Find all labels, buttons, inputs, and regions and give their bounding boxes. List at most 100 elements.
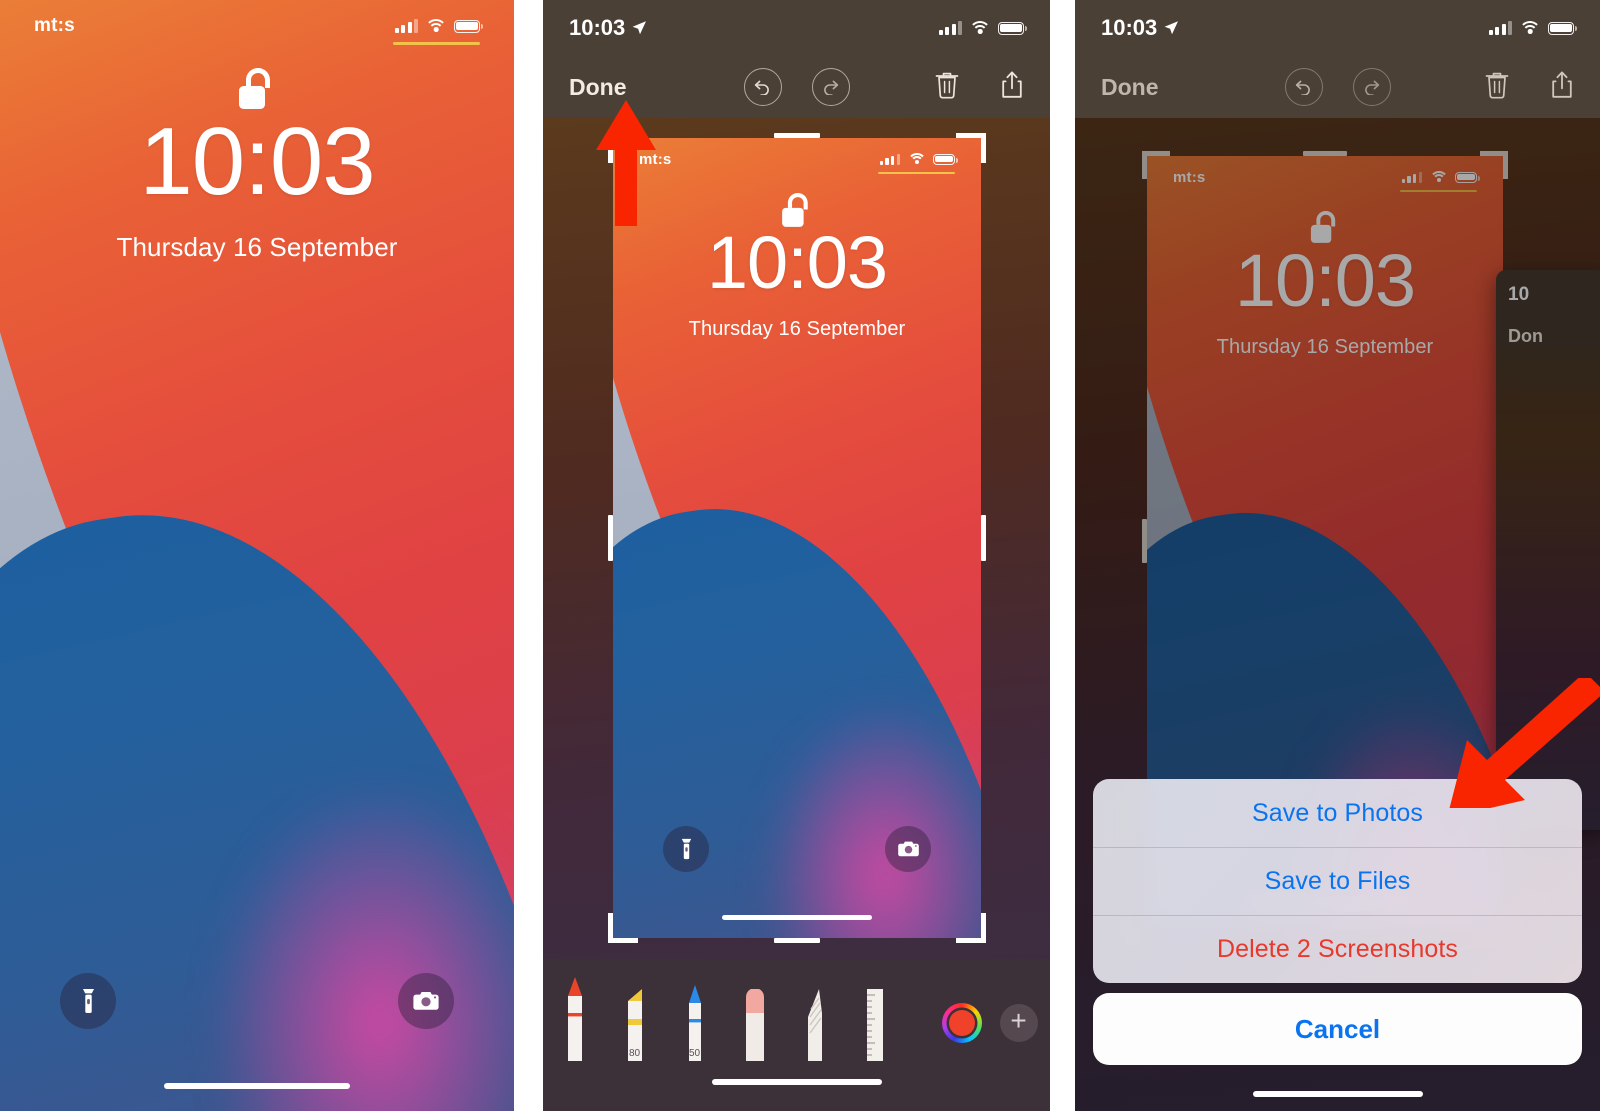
unlocked-padlock-icon xyxy=(0,62,514,114)
markup-editor: 10:03 Done mt:s 10:03 Thursday 16 Septem… xyxy=(1075,0,1600,1111)
markup-tools: 80 50 + xyxy=(556,959,1038,1063)
crop-handle-bottom-left[interactable] xyxy=(608,913,638,943)
carrier-label: mt:s xyxy=(639,150,672,168)
delete-button[interactable] xyxy=(1484,70,1510,105)
editor-toolbar: Done xyxy=(1075,56,1600,118)
highlighter-size-label: 80 xyxy=(628,1048,641,1059)
pen-tool[interactable] xyxy=(556,973,594,1063)
camera-icon xyxy=(413,992,439,1010)
share-button[interactable] xyxy=(1550,70,1574,105)
cancel-button[interactable]: Cancel xyxy=(1093,993,1582,1065)
color-and-add-group: + xyxy=(941,1003,1038,1063)
undo-arrow-icon xyxy=(754,80,769,95)
status-bar-icons xyxy=(392,19,483,45)
eraser-icon xyxy=(745,989,764,1061)
status-bar-icons xyxy=(1488,21,1577,35)
crop-handle-right-center[interactable] xyxy=(981,515,986,561)
wifi-icon xyxy=(909,153,924,165)
carrier-label: mt:s xyxy=(34,15,75,36)
save-to-photos-button[interactable]: Save to Photos xyxy=(1093,779,1582,847)
crop-handle-top-left[interactable] xyxy=(608,133,638,163)
add-tool-button[interactable]: + xyxy=(999,1004,1038,1042)
delete-screenshots-button[interactable]: Delete 2 Screenshots xyxy=(1093,915,1582,983)
redo-arrow-icon xyxy=(1365,80,1380,95)
status-bar: mt:s xyxy=(0,0,514,52)
panel-action-sheet: 10:03 Done mt:s 10:03 Thursday 16 Septem… xyxy=(1075,0,1600,1111)
three-panel-tutorial-figure: mt:s 10:03 Thursday 16 September 10:03 D… xyxy=(0,0,1600,1111)
home-indicator xyxy=(711,1079,882,1085)
wifi-icon xyxy=(427,19,445,33)
camera-button[interactable] xyxy=(885,826,931,872)
lock-screen-shortcuts xyxy=(0,973,514,1029)
pencil-size-label: 50 xyxy=(688,1048,701,1059)
status-time-group: 10:03 xyxy=(1101,15,1179,41)
battery-icon xyxy=(1548,21,1577,35)
battery-icon xyxy=(933,153,958,165)
undo-button[interactable] xyxy=(743,68,782,106)
editor-status-bar: 10:03 xyxy=(543,0,1050,56)
share-icon xyxy=(1002,71,1022,98)
battery-icon xyxy=(998,21,1027,35)
markup-tool-tray: 80 50 + xyxy=(543,959,1050,1111)
crop-handle-bottom-right[interactable] xyxy=(956,913,986,943)
pencil-tool[interactable]: 50 xyxy=(676,973,714,1063)
crop-handle-top-right[interactable] xyxy=(956,133,986,163)
flashlight-icon xyxy=(681,838,691,860)
done-button[interactable]: Done xyxy=(569,74,627,101)
cellular-signal-icon xyxy=(1488,21,1512,35)
home-indicator xyxy=(1252,1091,1423,1097)
location-arrow-icon xyxy=(632,21,647,35)
share-button[interactable] xyxy=(1000,70,1024,105)
status-bar-icons xyxy=(877,153,958,174)
redo-button[interactable] xyxy=(811,68,850,106)
lasso-icon xyxy=(807,989,822,1061)
redo-button[interactable] xyxy=(1352,68,1391,106)
camera-button[interactable] xyxy=(398,973,454,1029)
markup-underline-annotation xyxy=(392,42,480,45)
eraser-tool[interactable] xyxy=(736,973,774,1063)
flashlight-button[interactable] xyxy=(60,973,116,1029)
cellular-signal-icon xyxy=(394,19,418,33)
color-wheel[interactable] xyxy=(941,1003,982,1043)
ruler-tool[interactable] xyxy=(856,973,894,1063)
home-indicator xyxy=(164,1083,350,1089)
flashlight-button[interactable] xyxy=(663,826,709,872)
status-bar: mt:s xyxy=(613,138,981,180)
wifi-icon xyxy=(1521,21,1539,35)
battery-icon xyxy=(454,19,483,33)
panel-lock-screen: mt:s 10:03 Thursday 16 September xyxy=(0,0,514,1111)
crop-handle-top-center[interactable] xyxy=(774,133,820,138)
wifi-icon xyxy=(971,21,989,35)
lasso-tool[interactable] xyxy=(796,973,834,1063)
undo-arrow-icon xyxy=(1295,80,1310,95)
location-arrow-icon xyxy=(1164,21,1179,35)
editor-canvas: mt:s xyxy=(1075,118,1600,1111)
crop-handle-bottom-center[interactable] xyxy=(774,938,820,943)
undo-button[interactable] xyxy=(1284,68,1323,106)
lock-screen-time: 10:03 xyxy=(139,108,375,215)
crop-handle-left-center[interactable] xyxy=(608,515,613,561)
share-icon xyxy=(1552,71,1572,98)
done-button[interactable]: Done xyxy=(1101,74,1159,101)
markup-editor: 10:03 Done mt:s 10:03 Thursday 16 Septem… xyxy=(543,0,1050,1111)
trash-icon xyxy=(1485,72,1509,99)
status-time: 10:03 xyxy=(569,15,626,40)
status-time-group: 10:03 xyxy=(569,15,647,41)
lock-screen-time: 10:03 xyxy=(706,221,888,304)
editor-actions xyxy=(934,70,1024,105)
status-time: 10:03 xyxy=(1101,15,1158,40)
editor-actions xyxy=(1484,70,1574,105)
editor-status-bar: 10:03 xyxy=(1075,0,1600,56)
save-to-files-button[interactable]: Save to Files xyxy=(1093,847,1582,915)
delete-button[interactable] xyxy=(934,70,960,105)
panel-markup-editor: 10:03 Done mt:s 10:03 Thursday 16 Septem… xyxy=(543,0,1050,1111)
editor-toolbar: Done xyxy=(543,56,1050,118)
action-sheet: Save to Photos Save to Files Delete 2 Sc… xyxy=(1093,779,1582,1065)
highlighter-tool[interactable]: 80 xyxy=(616,973,654,1063)
redo-arrow-icon xyxy=(824,80,839,95)
pen-icon xyxy=(567,977,582,1061)
panel-divider-1 xyxy=(514,0,543,1111)
screenshot-crop-frame[interactable]: mt:s 10:03 Thursday 16 September xyxy=(608,133,986,943)
lock-screen-date: Thursday 16 September xyxy=(116,232,398,262)
status-bar-icons xyxy=(938,21,1027,35)
